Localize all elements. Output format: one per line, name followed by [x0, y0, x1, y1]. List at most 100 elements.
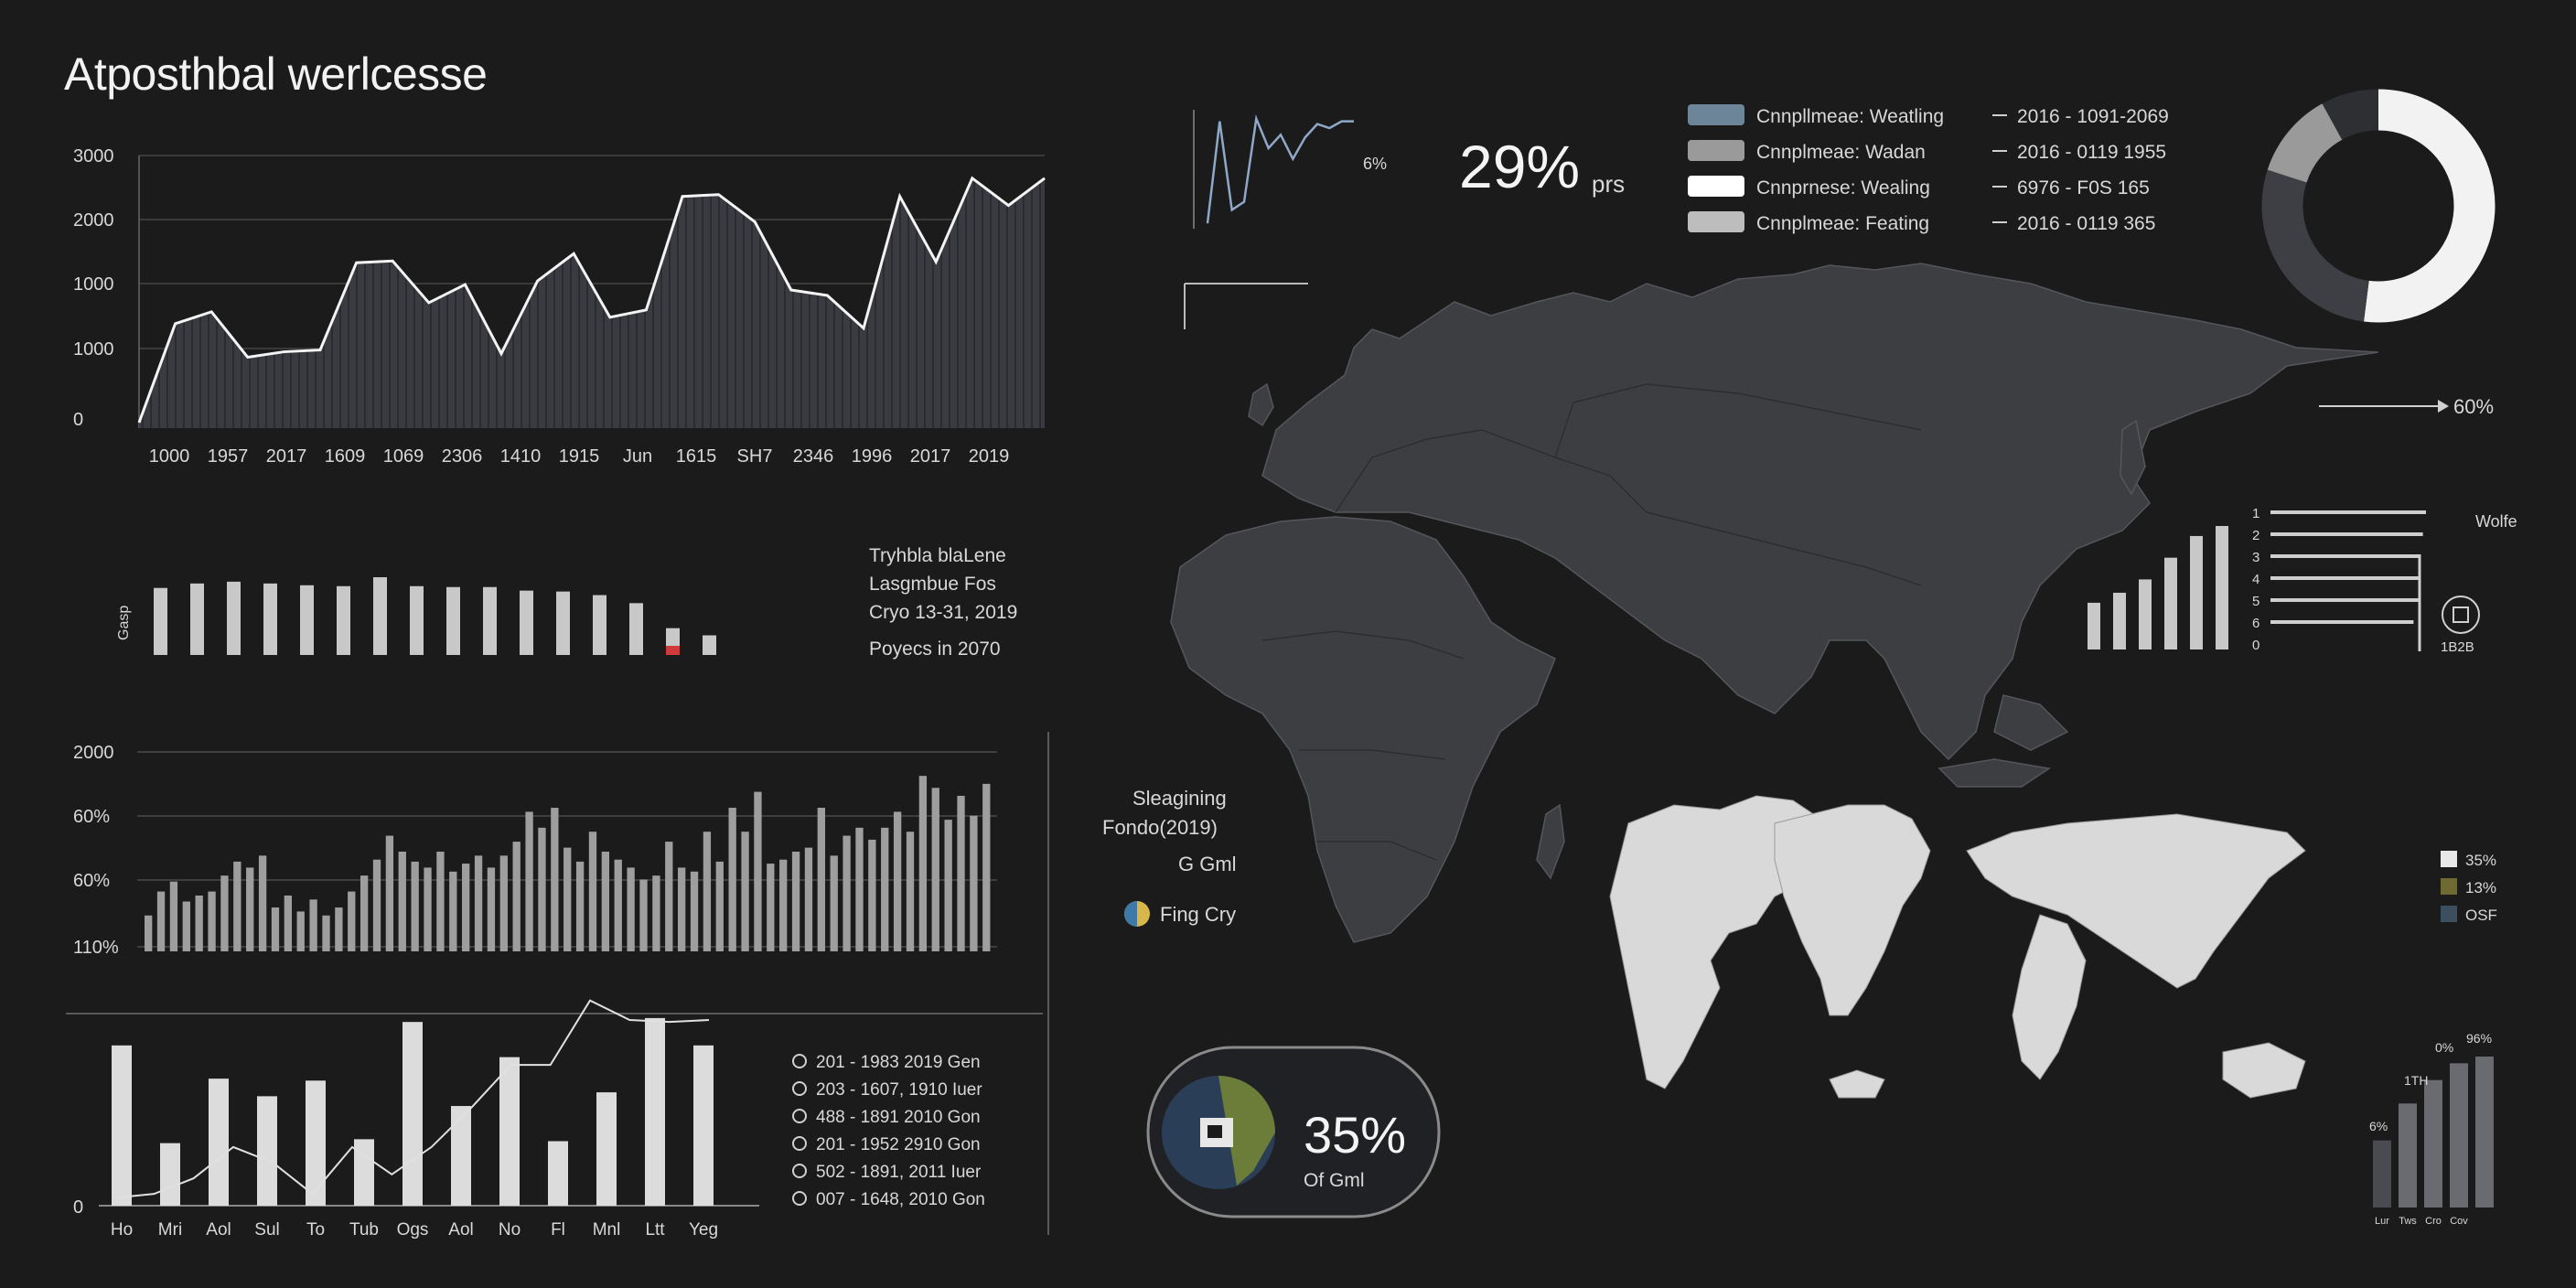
top-legend-name: Cnnplmeae: Feating [1756, 213, 1929, 234]
bottom-bar [112, 1045, 132, 1206]
dense-bar [588, 832, 597, 951]
right-bar [2216, 526, 2228, 649]
dense-bar [258, 855, 267, 951]
rb-bar [2450, 1063, 2468, 1208]
area-x-label: 1000 [149, 446, 190, 467]
donut-chart [2261, 89, 2496, 323]
right-side-badge-icon [2442, 596, 2480, 634]
rb-bar [2373, 1140, 2391, 1208]
dense-bar [893, 811, 902, 951]
midbar-bar [373, 577, 387, 655]
dense-bar [690, 871, 699, 951]
dense-bar [398, 852, 406, 951]
midbar-bar [300, 585, 314, 655]
dashboard-canvas: 300020001000100001000 1957 2017 1609 1069 230… [66, 89, 2517, 1240]
right-bar [2139, 579, 2152, 649]
dense-bar [538, 827, 546, 951]
bottom-x-label: Mnl [593, 1220, 621, 1240]
dense-bar [474, 855, 483, 951]
bottom-bar [693, 1045, 714, 1206]
rb-bar [2424, 1079, 2442, 1208]
area-chart: 3000 2000 1000 1000 0 1000 1957 2017 1609 1069 230… [73, 146, 1046, 467]
rb-label: 6% [2369, 1119, 2388, 1133]
map-legend-swatch [2441, 878, 2457, 895]
dense-y-tick: 2000 [73, 743, 114, 763]
midbar-bar [227, 581, 241, 655]
top-legend-swatch [1688, 176, 1744, 197]
dense-bar [284, 895, 293, 951]
dense-bar [652, 875, 660, 951]
dense-bar [564, 847, 572, 951]
rb-bar [2475, 1057, 2494, 1208]
dense-bar [335, 907, 343, 951]
dense-bar [970, 815, 978, 951]
dense-bar [195, 895, 203, 951]
dense-bar [817, 808, 825, 951]
spark-line [1206, 114, 1354, 224]
bottom-bar [354, 1139, 374, 1206]
dense-bar [462, 864, 470, 951]
arrow-label: 60% [2453, 395, 2494, 418]
midbar-bar [337, 585, 350, 655]
dense-bar [855, 827, 864, 951]
dense-bar [906, 832, 915, 951]
top-legend-range: 2016 - 0119 365 [2017, 213, 2155, 234]
stat-35-label: Of Gml [1304, 1170, 1365, 1191]
dense-bar [715, 861, 724, 951]
midbar-bar [263, 583, 277, 655]
map-legend-swatch [2441, 906, 2457, 922]
rb-bar [2399, 1103, 2417, 1208]
right-bottom-bar-chart: 6% 1TH 0% 96% Lur Tws Cro Cov [2369, 1031, 2494, 1227]
bottom-bar [499, 1057, 520, 1206]
stat-35-pill: 35% Of Gml [1146, 1046, 1441, 1218]
mid-bar-chart: Gasp [116, 577, 716, 655]
area-x-label: 2306 [442, 446, 483, 467]
bottom-legend-marker-icon [792, 1081, 807, 1096]
area-x-label: 1957 [208, 446, 249, 467]
dense-bar [208, 891, 216, 951]
dense-bar [411, 861, 419, 951]
dense-bar [639, 879, 648, 951]
mid-text-1: Tryhbla blaLene [869, 545, 1006, 566]
dense-bar [551, 808, 559, 951]
stat-35-value: 35% [1304, 1106, 1406, 1164]
right-bar [2164, 557, 2177, 649]
bottom-x-label: No [499, 1220, 521, 1240]
dense-bar [182, 901, 190, 951]
bottom-x-label: Aol [448, 1220, 473, 1240]
midbar-bar [629, 603, 643, 655]
dense-bar-chart: 2000 60% 60% 110% [73, 743, 997, 958]
dense-bar [220, 875, 229, 951]
right-hbar-tick: 2 [2252, 528, 2259, 543]
bottom-x-label: Aol [206, 1220, 231, 1240]
map-legend-swatch [2441, 851, 2457, 867]
right-bar [2190, 535, 2203, 649]
bottom-legend-item: 203 - 1607, 1910 Iuer [816, 1080, 982, 1100]
dense-bar [385, 835, 394, 951]
dense-bar [309, 899, 317, 951]
dense-bar [703, 832, 712, 951]
right-bar-chart: 1 2 3 4 5 6 0 [2088, 506, 2426, 653]
bottom-x-label: Yeg [689, 1220, 718, 1240]
rb-x-label: Lur [2375, 1216, 2389, 1227]
right-bar [2113, 592, 2126, 649]
area-y-tick: 1000 [73, 339, 114, 360]
top-legend-name: Cnnpllmeae: Weatling [1756, 106, 1944, 127]
dense-bar [233, 861, 242, 951]
map-legend-label: 13% [2465, 879, 2496, 896]
dense-y-tick: 60% [73, 871, 110, 891]
dense-bar [145, 915, 153, 951]
area-x-label: 2346 [793, 446, 834, 467]
dense-bar [627, 867, 635, 951]
bottom-legend-item: 201 - 1983 2019 Gen [816, 1053, 981, 1072]
area-x-label: 2017 [266, 446, 307, 467]
right-bar [2088, 602, 2100, 649]
center-text-3: G Gml [1178, 853, 1237, 875]
map-legend-label: OSF [2465, 907, 2497, 924]
area-x-label: 2019 [969, 446, 1010, 467]
dense-bar [614, 859, 622, 951]
dense-bar [868, 839, 876, 951]
rb-label: 0% [2435, 1040, 2453, 1055]
bottom-bar [451, 1106, 471, 1206]
dense-bar [499, 855, 508, 951]
